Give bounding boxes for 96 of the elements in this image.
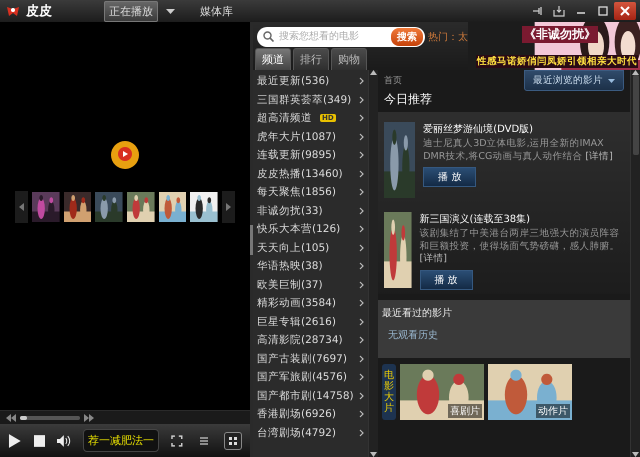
volume-icon[interactable]: [57, 434, 72, 446]
chevron-icon: [359, 392, 364, 400]
movie-title[interactable]: 爱丽丝梦游仙境(DVD版): [423, 122, 624, 136]
category-item[interactable]: 国产军旅剧(4576): [253, 368, 368, 386]
close-button[interactable]: [614, 2, 636, 20]
tab[interactable]: 排行: [293, 48, 329, 70]
chevron-icon: [359, 262, 364, 270]
scrollbar[interactable]: [630, 70, 640, 457]
previous-button[interactable]: [15, 191, 28, 223]
scroll-down-icon[interactable]: [370, 452, 377, 457]
stop-icon[interactable]: [34, 434, 46, 446]
splitter-handle[interactable]: [250, 224, 253, 254]
app-title: 皮皮: [26, 3, 52, 20]
category-item[interactable]: 巨星专辑(2616): [253, 312, 368, 331]
category-item[interactable]: 快乐大本营(126): [253, 220, 368, 238]
chevron-icon: [359, 299, 364, 308]
maximize-icon[interactable]: [597, 5, 609, 17]
chevron-icon: [359, 373, 364, 382]
scroll-down-icon[interactable]: [632, 452, 639, 457]
chevron-icon: [359, 354, 364, 363]
category-item[interactable]: 每天聚焦(1856): [253, 183, 368, 202]
caret-icon: [608, 78, 615, 82]
strip-label: 电影大片: [382, 364, 396, 420]
chevron-icon: [359, 132, 364, 141]
category-item[interactable]: 最近更新(536): [253, 72, 368, 90]
chevron-icon: [359, 244, 364, 252]
category-item[interactable]: 连载更新(9895): [253, 146, 368, 164]
movie-description: 该剧集结了中美港台两岸三地强大的演员阵容和巨额投资，使得场面气势磅礴，感人肺腑。 [详情]: [420, 228, 621, 266]
category-item[interactable]: 天天向上(105): [253, 238, 368, 257]
next-button[interactable]: [222, 191, 235, 223]
search-button[interactable]: 搜索: [391, 28, 423, 46]
chevron-icon: [359, 96, 364, 104]
movie-description: 迪士尼真人3D立体电影,运用全新的IMAX DMR技术,将CG动画与真人动作结合 [详情]: [423, 138, 614, 163]
scrollbar[interactable]: [368, 70, 378, 457]
chevron-icon: [359, 318, 364, 326]
left-arrow-icon: [19, 203, 24, 211]
fullscreen-icon[interactable]: [171, 434, 183, 446]
tab[interactable]: 频道: [255, 48, 291, 70]
tray-icon[interactable]: [553, 5, 565, 17]
category-item[interactable]: 国产都市剧(14758): [253, 386, 368, 405]
hot-searches-text: 热门：太: [428, 30, 468, 44]
category-item[interactable]: 国产古装剧(7697): [253, 350, 368, 368]
search-field[interactable]: 搜索您想看的电影 搜索: [257, 26, 425, 46]
movie-title[interactable]: 新三国演义(连载至38集): [420, 212, 624, 226]
chevron-icon: [359, 428, 364, 437]
banner-subtitle: 性感马诺娇俏闫凤娇引领相亲大时代: [476, 55, 638, 68]
right-arrow-icon: [226, 203, 231, 211]
details-link[interactable]: [详情]: [420, 253, 447, 264]
chevron-icon: [359, 410, 364, 418]
chevron-icon: [359, 77, 364, 86]
logo-icon: [6, 4, 20, 18]
nav-tab[interactable]: 媒体库: [195, 0, 238, 22]
grid-icon[interactable]: [228, 436, 238, 446]
tab[interactable]: 购物: [331, 48, 367, 70]
chevron-icon: [359, 151, 364, 160]
play-button[interactable]: 播 放: [420, 270, 473, 290]
chevron-icon: [359, 206, 364, 215]
movie-card[interactable]: 动作片: [488, 364, 572, 420]
banner-title: 《非诚勿扰》: [522, 26, 598, 43]
play-icon[interactable]: [8, 432, 22, 448]
category-item[interactable]: 欧美巨制(37): [253, 276, 368, 294]
chevron-icon: [359, 336, 364, 344]
banner-ad[interactable]: 《非诚勿扰》 性感马诺娇俏闫凤娇引领相亲大时代: [468, 22, 640, 70]
empty-history-text: 无观看历史: [387, 328, 439, 342]
play-button[interactable]: 播 放: [423, 167, 476, 187]
recent-dropdown[interactable]: 最近浏览的影片: [524, 70, 624, 91]
chevron-icon: [359, 225, 364, 234]
category-item[interactable]: 虎年大片(1087): [253, 128, 368, 146]
caret-icon[interactable]: [166, 8, 175, 14]
section-heading: 今日推荐: [384, 91, 433, 108]
nav-tab[interactable]: 正在播放: [104, 0, 158, 22]
category-item[interactable]: 非诚勿扰(33): [253, 202, 368, 220]
chevron-icon: [359, 114, 364, 122]
chevron-icon: [359, 280, 364, 289]
category-item[interactable]: 三国群英荟萃(349): [253, 90, 368, 109]
category-item[interactable]: 台湾剧场(4792): [253, 424, 368, 442]
chevron-icon: [359, 170, 364, 178]
player-logo-icon: [109, 139, 141, 171]
pin-icon[interactable]: [531, 5, 543, 17]
search-icon: [263, 31, 274, 42]
category-item[interactable]: 高清影院(28734): [253, 331, 368, 350]
category-item[interactable]: 香港剧场(6926): [253, 405, 368, 424]
chevron-icon: [359, 188, 364, 196]
details-link[interactable]: [详情]: [585, 150, 613, 162]
close-icon: [620, 6, 630, 16]
category-item[interactable]: 精彩动画(3584): [253, 294, 368, 312]
rewind-icon[interactable]: [6, 414, 16, 422]
history-title: 最近看过的影片: [382, 306, 453, 320]
view-button[interactable]: [224, 432, 242, 450]
seek-bar[interactable]: [20, 416, 80, 420]
category-item[interactable]: 皮皮热播(13460): [253, 164, 368, 183]
ticker-text: 荐一减肥法一: [83, 429, 160, 452]
fast-forward-icon[interactable]: [84, 414, 94, 422]
list-icon[interactable]: [198, 436, 209, 446]
category-item[interactable]: 华语热映(38): [253, 257, 368, 276]
movie-card[interactable]: 喜剧片: [400, 364, 484, 420]
